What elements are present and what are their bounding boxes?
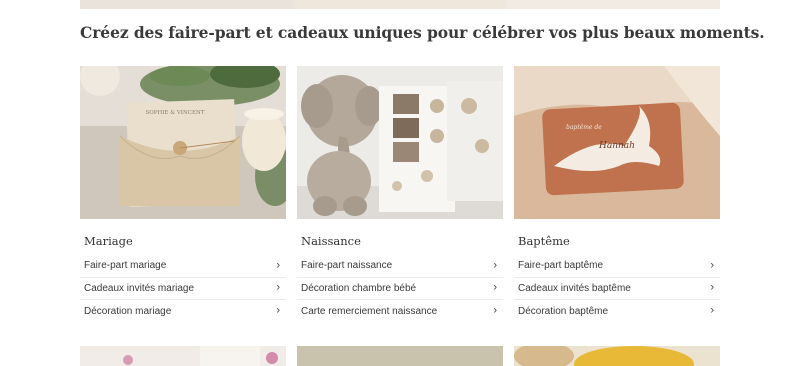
- link-label: Décoration chambre bébé: [301, 282, 417, 294]
- next-card-photo-3[interactable]: [514, 346, 720, 366]
- link-decoration-mariage[interactable]: Décoration mariage ›: [80, 300, 286, 323]
- category-links-naissance: Faire-part naissance › Décoration chambre…: [297, 255, 503, 323]
- category-title-naissance[interactable]: Naissance: [297, 234, 503, 252]
- category-title-bapteme[interactable]: Baptême: [514, 234, 720, 252]
- link-label: Carte remerciement naissance: [301, 305, 438, 317]
- wedding-card-names: SOPHIE & VINCENT: [145, 110, 204, 116]
- next-card-photo-2[interactable]: [297, 346, 503, 366]
- top-banner-strip: [80, 0, 720, 9]
- link-faire-part-mariage[interactable]: Faire-part mariage ›: [80, 255, 286, 278]
- link-carte-remerciement-naissance[interactable]: Carte remerciement naissance ›: [297, 300, 503, 323]
- chevron-right-icon: ›: [710, 281, 714, 294]
- category-card-naissance: Naissance Faire-part naissance › Décorati…: [297, 66, 503, 323]
- baptism-card-dove-photo[interactable]: baptême de Hannah: [514, 66, 720, 219]
- link-label: Cadeaux invités mariage: [84, 282, 195, 294]
- next-card-photo-1[interactable]: [80, 346, 286, 366]
- chevron-right-icon: ›: [710, 259, 714, 272]
- link-label: Faire-part baptême: [518, 260, 604, 272]
- chevron-right-icon: ›: [276, 259, 280, 272]
- category-links-mariage: Faire-part mariage › Cadeaux invités mari…: [80, 255, 286, 323]
- chevron-right-icon: ›: [493, 259, 497, 272]
- chevron-right-icon: ›: [710, 304, 714, 317]
- link-label: Faire-part mariage: [84, 260, 167, 272]
- next-row-cards-partial: [80, 346, 720, 366]
- category-links-bapteme: Faire-part baptême › Cadeaux invités bapt…: [514, 255, 720, 323]
- category-card-bapteme: baptême de Hannah Baptême Faire-part bap…: [514, 66, 720, 323]
- link-decoration-chambre-bebe[interactable]: Décoration chambre bébé ›: [297, 278, 503, 300]
- chevron-right-icon: ›: [276, 281, 280, 294]
- link-label: Cadeaux invités baptême: [518, 282, 631, 294]
- wedding-invitation-photo[interactable]: SOPHIE & VINCENT: [80, 66, 286, 219]
- link-cadeaux-invites-mariage[interactable]: Cadeaux invités mariage ›: [80, 278, 286, 300]
- baptism-card-script: baptême de: [566, 124, 602, 131]
- link-faire-part-bapteme[interactable]: Faire-part baptême ›: [514, 255, 720, 278]
- chevron-right-icon: ›: [493, 304, 497, 317]
- baptism-card-name: Hannah: [598, 141, 635, 151]
- baptism-photo-illustration: baptême de Hannah: [514, 66, 720, 219]
- flowers-photo-partial: [123, 346, 278, 366]
- link-label: Décoration mariage: [84, 305, 172, 317]
- link-label: Décoration baptême: [518, 305, 609, 317]
- link-decoration-bapteme[interactable]: Décoration baptême ›: [514, 300, 720, 323]
- chevron-right-icon: ›: [276, 304, 280, 317]
- wedding-photo-illustration: SOPHIE & VINCENT: [80, 66, 286, 219]
- food-photo-partial: [514, 346, 694, 366]
- tagline: Créez des faire-part et cadeaux uniques …: [80, 23, 765, 42]
- birth-announcement-elephant-photo[interactable]: [297, 66, 503, 219]
- category-card-mariage: SOPHIE & VINCENT Mariage Faire-part mari…: [80, 66, 286, 323]
- link-label: Faire-part naissance: [301, 260, 393, 272]
- category-cards: SOPHIE & VINCENT Mariage Faire-part mari…: [80, 66, 720, 323]
- link-faire-part-naissance[interactable]: Faire-part naissance ›: [297, 255, 503, 278]
- birth-photo-illustration: [297, 66, 503, 219]
- chevron-right-icon: ›: [493, 281, 497, 294]
- link-cadeaux-invites-bapteme[interactable]: Cadeaux invités baptême ›: [514, 278, 720, 300]
- category-title-mariage[interactable]: Mariage: [80, 234, 286, 252]
